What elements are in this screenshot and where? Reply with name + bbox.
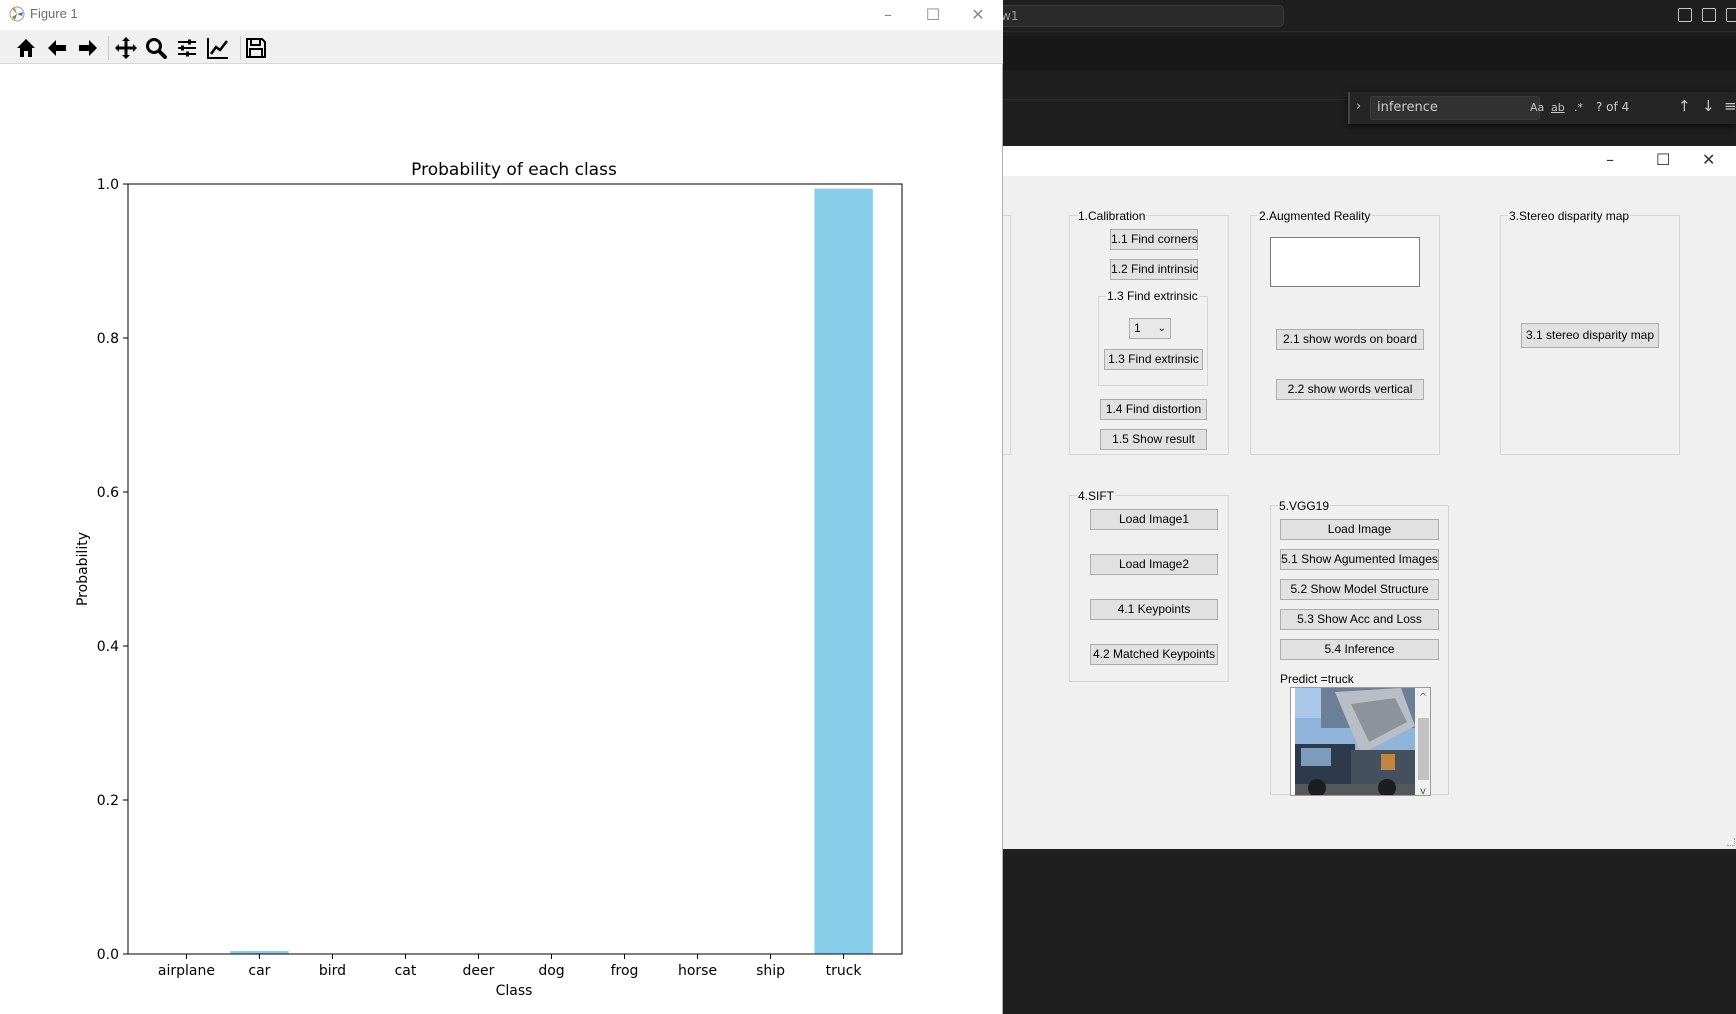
y-tick-label: 0.6 [97, 485, 119, 501]
load-image-button[interactable]: Load Image [1280, 519, 1439, 540]
toolbar-separator [240, 36, 241, 60]
arrow-down-icon[interactable]: ↓ [1702, 97, 1715, 115]
x-tick-label: car [248, 963, 270, 979]
show-model-structure-button[interactable]: 5.2 Show Model Structure [1280, 579, 1439, 600]
zoom-icon[interactable] [144, 36, 168, 60]
predict-label: Predict =truck [1280, 672, 1354, 686]
calibration-group-title: 1.Calibration [1077, 209, 1147, 223]
y-tick-label: 0.8 [97, 331, 119, 347]
y-tick-label: 0.4 [97, 639, 119, 655]
extrinsic-index-select[interactable]: 1 ⌄ [1129, 318, 1171, 339]
forward-arrow-icon[interactable] [76, 36, 100, 60]
close-icon[interactable]: ✕ [1702, 150, 1715, 169]
save-icon[interactable] [244, 36, 268, 60]
navigation-toolbar [0, 30, 1003, 64]
toolbar-separator [108, 36, 109, 60]
y-tick-label: 0.0 [97, 947, 119, 963]
x-tick-label: bird [319, 963, 346, 979]
x-tick-label: dog [538, 963, 564, 979]
back-arrow-icon[interactable] [45, 36, 69, 60]
svg-text:^: ^ [1419, 692, 1427, 703]
find-menu-icon[interactable]: ≡ [1724, 97, 1736, 115]
find-distortion-button[interactable]: 1.4 Find distortion [1100, 399, 1207, 420]
chevron-down-icon: ⌄ [1157, 323, 1166, 334]
find-corners-button[interactable]: 1.1 Find corners [1110, 229, 1198, 250]
configure-subplots-icon[interactable] [175, 36, 199, 60]
bars-layer [230, 188, 873, 954]
y-tick-label: 1.0 [97, 177, 119, 193]
extrinsic-group [1098, 296, 1208, 386]
load-image1-button[interactable]: Load Image1 [1090, 509, 1218, 530]
augmented-reality-group-title: 2.Augmented Reality [1258, 209, 1372, 223]
maximize-icon[interactable]: ☐ [1656, 150, 1670, 169]
figure-title-bar: Figure 1 – ☐ ✕ [0, 0, 1003, 30]
truck-thumbnail-image: ^ v [1295, 688, 1430, 796]
qt-title-bar: – ☐ ✕ [990, 146, 1736, 176]
bar-truck [814, 188, 873, 954]
svg-text:v: v [1420, 786, 1426, 796]
axes-frame [127, 183, 903, 955]
probability-bar-chart[interactable]: Probability of each class 0.00.20.40.60.… [0, 64, 1003, 1014]
keypoints-button[interactable]: 4.1 Keypoints [1090, 599, 1218, 620]
find-input[interactable]: inference [1370, 96, 1540, 120]
extrinsic-group-title: 1.3 Find extrinsic [1106, 289, 1199, 303]
x-tick-label: frog [611, 963, 639, 979]
y-tick-label: 0.2 [97, 793, 119, 809]
x-tick-label: truck [826, 963, 863, 979]
stereo-disparity-map-button[interactable]: 3.1 stereo disparity map [1521, 323, 1659, 348]
x-tick-label: ship [756, 963, 785, 979]
qt-main-window: – ☐ ✕ 1.Calibration 1.1 Find corners 1.2… [986, 146, 1736, 849]
x-tick-label: deer [463, 963, 495, 979]
find-intrinsic-button[interactable]: 1.2 Find intrinsic [1110, 259, 1198, 280]
maximize-icon[interactable]: ☐ [910, 2, 956, 28]
ar-text-input[interactable] [1270, 237, 1420, 287]
y-axis-label: Probability [75, 532, 91, 606]
matched-keypoints-button[interactable]: 4.2 Matched Keypoints [1090, 644, 1218, 665]
sift-group-title: 4.SIFT [1077, 489, 1116, 503]
match-case-icon[interactable]: Aa [1530, 101, 1544, 114]
figure-window: Figure 1 – ☐ ✕ Probability of each class… [0, 0, 1003, 1014]
extrinsic-select-value: 1 [1134, 321, 1141, 335]
minimize-icon[interactable]: – [1606, 150, 1614, 169]
resize-grip-icon[interactable] [1727, 838, 1735, 846]
edit-axis-icon[interactable] [206, 36, 230, 60]
x-axis-label: Class [496, 983, 533, 999]
command-center-input[interactable]: w1 [990, 5, 1284, 27]
arrow-up-icon[interactable]: ↑ [1678, 97, 1691, 115]
prediction-image-scroll-area[interactable]: ^ v [1290, 687, 1431, 796]
x-tick-label: airplane [158, 963, 215, 979]
pan-icon[interactable] [114, 36, 138, 60]
minimize-icon[interactable]: – [865, 2, 911, 28]
inference-button[interactable]: 5.4 Inference [1280, 639, 1439, 660]
show-words-on-board-button[interactable]: 2.1 show words on board [1276, 329, 1424, 350]
toggle-secondary-sidebar-icon[interactable] [1726, 8, 1736, 22]
x-axis-ticks: airplane car bird cat deer dog frog horse ship tr… [158, 954, 863, 979]
home-icon[interactable] [14, 36, 38, 60]
toggle-panel-icon[interactable] [1702, 8, 1716, 22]
find-result-count: ? of 4 [1596, 100, 1630, 114]
find-widget: › inference Aa ab .* ? of 4 ↑ ↓ ≡ [1348, 92, 1736, 124]
x-tick-label: horse [678, 963, 717, 979]
matplotlib-logo-icon [9, 6, 25, 22]
load-image2-button[interactable]: Load Image2 [1090, 554, 1218, 575]
figure-title: Figure 1 [30, 6, 78, 21]
x-tick-label: cat [395, 963, 417, 979]
find-extrinsic-button[interactable]: 1.3 Find extrinsic [1104, 349, 1203, 370]
whole-word-icon[interactable]: ab [1551, 101, 1565, 114]
show-result-button[interactable]: 1.5 Show result [1100, 429, 1207, 450]
vgg19-group-title: 5.VGG19 [1278, 499, 1331, 513]
chart-title: Probability of each class [411, 160, 617, 180]
y-axis-ticks: 0.0 0.2 0.4 0.6 0.8 1.0 [97, 177, 128, 963]
show-words-vertical-button[interactable]: 2.2 show words vertical [1276, 379, 1424, 400]
stereo-group-title: 3.Stereo disparity map [1508, 209, 1631, 223]
toggle-replace-icon[interactable]: › [1356, 99, 1361, 114]
toggle-sidebar-icon[interactable] [1678, 8, 1692, 22]
regex-icon[interactable]: .* [1574, 101, 1583, 114]
show-augmented-images-button[interactable]: 5.1 Show Agumented Images [1280, 549, 1439, 570]
show-acc-and-loss-button[interactable]: 5.3 Show Acc and Loss [1280, 609, 1439, 630]
close-icon[interactable]: ✕ [955, 2, 1001, 28]
